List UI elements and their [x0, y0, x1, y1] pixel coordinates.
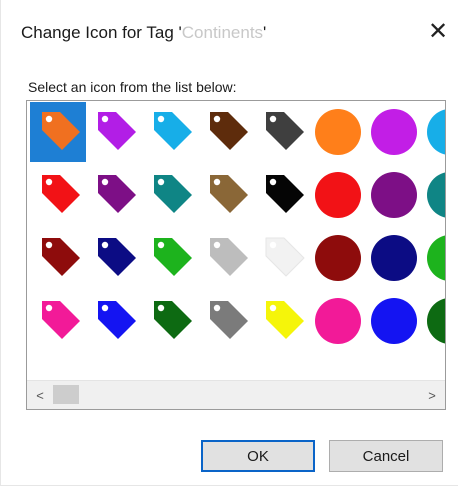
tag-icon-option[interactable]	[30, 291, 86, 351]
horizontal-scrollbar[interactable]: < >	[27, 380, 445, 409]
tag-icon-option[interactable]	[254, 165, 310, 225]
circle-icon	[427, 298, 445, 344]
tag-name: Continents	[181, 23, 264, 42]
instruction-label: Select an icon from the list below:	[28, 79, 237, 95]
tag-icon	[42, 301, 80, 339]
tag-icon	[154, 301, 192, 339]
tag-icon-option[interactable]	[142, 291, 198, 351]
circle-icon-option[interactable]	[366, 291, 422, 351]
tag-icon-option[interactable]	[254, 228, 310, 288]
tag-icon	[98, 301, 136, 339]
tag-icon-option[interactable]	[198, 102, 254, 162]
close-icon[interactable]: ✕	[421, 14, 455, 48]
circle-icon	[427, 235, 445, 281]
chevron-left-icon[interactable]: <	[29, 381, 51, 409]
tag-icon	[42, 238, 80, 276]
circle-icon-option[interactable]	[366, 165, 422, 225]
circle-icon-option[interactable]	[422, 228, 445, 288]
circle-icon-option[interactable]	[422, 165, 445, 225]
title-quote-close: '	[263, 23, 267, 42]
tag-icon	[210, 112, 248, 150]
circle-icon-option[interactable]	[366, 102, 422, 162]
circle-icon-option[interactable]	[310, 291, 366, 351]
change-icon-dialog: Change Icon for Tag 'Continents' ✕ Selec…	[0, 0, 458, 486]
tag-icon	[154, 112, 192, 150]
tag-icon-option[interactable]	[142, 165, 198, 225]
tag-icon-option[interactable]	[198, 291, 254, 351]
tag-icon	[265, 237, 305, 277]
circle-icon	[315, 172, 361, 218]
tag-icon	[98, 175, 136, 213]
circle-icon-option[interactable]	[310, 102, 366, 162]
circle-icon	[427, 172, 445, 218]
tag-icon	[210, 238, 248, 276]
tag-icon-option[interactable]	[30, 228, 86, 288]
tag-icon	[98, 112, 136, 150]
tag-icon-option[interactable]	[86, 102, 142, 162]
circle-icon	[371, 172, 417, 218]
tag-icon	[266, 112, 304, 150]
circle-icon-option[interactable]	[310, 228, 366, 288]
tag-icon	[154, 238, 192, 276]
tag-icon-option[interactable]	[198, 228, 254, 288]
tag-icon-option[interactable]	[30, 102, 86, 162]
tag-icon-option[interactable]	[142, 102, 198, 162]
dialog-title-text: Change Icon for Tag	[21, 23, 179, 42]
tag-icon-option[interactable]	[198, 165, 254, 225]
icon-list[interactable]: < >	[26, 100, 446, 410]
dialog-title: Change Icon for Tag 'Continents'	[21, 23, 266, 43]
circle-icon-option[interactable]	[366, 228, 422, 288]
chevron-right-icon[interactable]: >	[421, 381, 443, 409]
circle-icon	[371, 298, 417, 344]
tag-icon	[210, 301, 248, 339]
circle-icon-option[interactable]	[422, 102, 445, 162]
tag-icon-option[interactable]	[86, 228, 142, 288]
tag-icon	[210, 175, 248, 213]
tag-icon-option[interactable]	[30, 165, 86, 225]
circle-icon	[371, 109, 417, 155]
tag-icon	[42, 175, 80, 213]
tag-icon	[98, 238, 136, 276]
circle-icon	[315, 298, 361, 344]
scrollbar-thumb[interactable]	[53, 385, 79, 404]
ok-button[interactable]: OK	[201, 440, 315, 472]
tag-icon-option[interactable]	[86, 165, 142, 225]
circle-icon	[315, 109, 361, 155]
tag-icon	[266, 175, 304, 213]
icon-grid	[27, 101, 445, 376]
tag-icon-option[interactable]	[254, 102, 310, 162]
tag-icon-option[interactable]	[142, 228, 198, 288]
cancel-button[interactable]: Cancel	[329, 440, 443, 472]
circle-icon	[427, 109, 445, 155]
tag-icon	[42, 112, 80, 150]
tag-icon-option[interactable]	[254, 291, 310, 351]
circle-icon	[371, 235, 417, 281]
tag-icon	[154, 175, 192, 213]
tag-icon	[266, 301, 304, 339]
tag-icon-option[interactable]	[86, 291, 142, 351]
circle-icon	[315, 235, 361, 281]
circle-icon-option[interactable]	[422, 291, 445, 351]
circle-icon-option[interactable]	[310, 165, 366, 225]
